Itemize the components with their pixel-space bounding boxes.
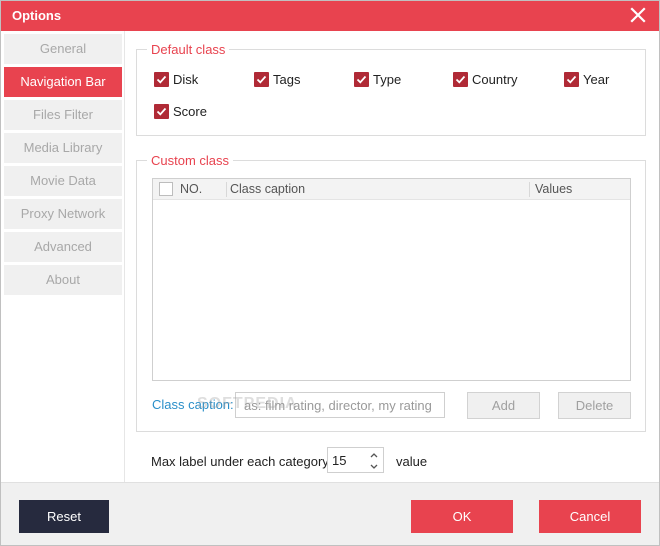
- window-title: Options: [12, 8, 62, 23]
- sidebar-item-files-filter[interactable]: Files Filter: [4, 100, 122, 130]
- default-class-group: Default class: [136, 42, 646, 136]
- chevron-up-icon[interactable]: [368, 449, 380, 460]
- checkbox-label: Score: [173, 103, 207, 119]
- select-all-checkbox[interactable]: [159, 182, 173, 196]
- title-bar: Options: [1, 1, 659, 31]
- sidebar-item-proxy-network[interactable]: Proxy Network: [4, 199, 122, 229]
- checkmark-icon: [354, 71, 369, 87]
- custom-class-table[interactable]: NO. Class caption Values: [152, 178, 631, 381]
- checkbox-label: Year: [583, 71, 610, 87]
- add-button[interactable]: Add: [467, 392, 540, 419]
- sidebar-item-general[interactable]: General: [4, 34, 122, 64]
- footer-bar: Reset OK Cancel: [1, 482, 659, 545]
- options-window: Options General Navigation Bar Files Fil…: [0, 0, 660, 546]
- close-icon[interactable]: [629, 6, 647, 24]
- checkbox-label: Country: [472, 71, 518, 87]
- custom-class-legend: Custom class: [151, 153, 230, 168]
- sidebar-item-about[interactable]: About: [4, 265, 122, 295]
- sidebar-item-media-library[interactable]: Media Library: [4, 133, 122, 163]
- sidebar: General Navigation Bar Files Filter Medi…: [1, 31, 125, 482]
- column-divider: [529, 182, 530, 197]
- sidebar-item-navigation-bar[interactable]: Navigation Bar: [4, 67, 122, 97]
- checkmark-icon: [154, 103, 169, 119]
- sidebar-item-movie-data[interactable]: Movie Data: [4, 166, 122, 196]
- table-header: NO. Class caption Values: [153, 179, 630, 200]
- max-label-suffix: value: [396, 454, 428, 469]
- column-header-class-caption[interactable]: Class caption: [230, 179, 305, 200]
- reset-button[interactable]: Reset: [19, 500, 109, 533]
- cancel-button[interactable]: Cancel: [539, 500, 641, 533]
- chevron-down-icon[interactable]: [368, 460, 380, 471]
- default-class-legend: Default class: [151, 42, 226, 57]
- checkbox-disk[interactable]: Disk: [154, 71, 198, 87]
- checkbox-score[interactable]: Score: [154, 103, 207, 119]
- max-label-stepper[interactable]: [327, 447, 384, 473]
- class-caption-label: Class caption:: [152, 397, 234, 412]
- sidebar-item-advanced[interactable]: Advanced: [4, 232, 122, 262]
- column-header-no[interactable]: NO.: [180, 179, 202, 200]
- checkmark-icon: [254, 71, 269, 87]
- checkbox-label: Type: [373, 71, 402, 87]
- column-header-values[interactable]: Values: [535, 179, 572, 200]
- checkmark-icon: [154, 71, 169, 87]
- max-label-prefix: Max label under each category: [151, 454, 329, 469]
- checkmark-icon: [453, 71, 468, 87]
- checkbox-country[interactable]: Country: [453, 71, 518, 87]
- checkbox-type[interactable]: Type: [354, 71, 401, 87]
- delete-button[interactable]: Delete: [558, 392, 631, 419]
- checkbox-label: Tags: [273, 71, 301, 87]
- checkbox-tags[interactable]: Tags: [254, 71, 300, 87]
- class-caption-input[interactable]: [235, 392, 445, 418]
- max-label-input[interactable]: [328, 448, 366, 472]
- checkmark-icon: [564, 71, 579, 87]
- column-divider: [226, 182, 227, 197]
- ok-button[interactable]: OK: [411, 500, 513, 533]
- checkbox-year[interactable]: Year: [564, 71, 609, 87]
- checkbox-label: Disk: [173, 71, 199, 87]
